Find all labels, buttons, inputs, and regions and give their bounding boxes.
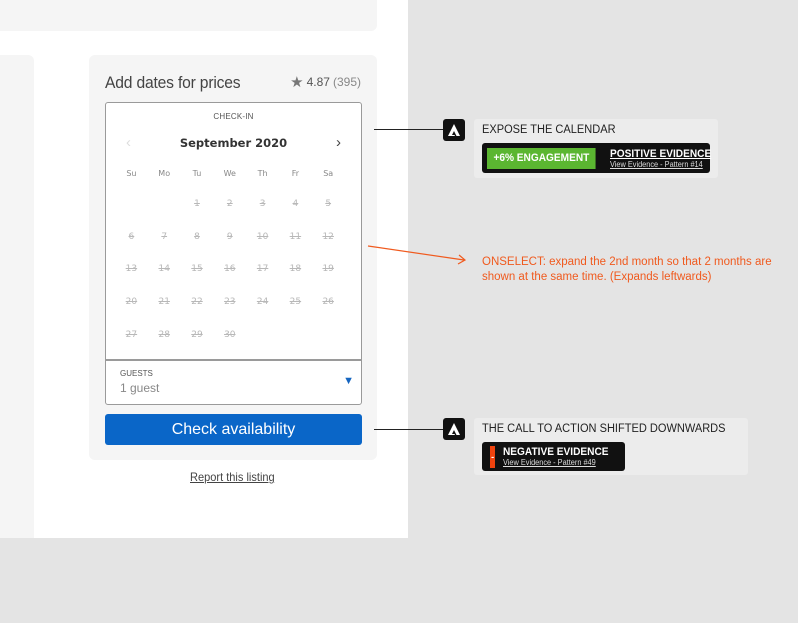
calendar-grid: Su Mo Tu We Th Fr Sa 1 2 3 4 5 6 7 8 9 10 11 12 13 14 15 16 17 1… xyxy=(115,167,347,360)
calendar-day-disabled: 29 xyxy=(191,329,203,340)
calendar-day-disabled: 10 xyxy=(256,231,269,242)
evidence-heading: POSITIVE EVIDENCE xyxy=(610,147,712,160)
annotation-cta: THE CALL TO ACTION SHIFTED DOWNWARDS - N… xyxy=(474,418,748,475)
brand-logo-icon xyxy=(443,418,465,440)
star-icon: ★ xyxy=(290,74,304,91)
weekday-label: Fr xyxy=(291,169,300,178)
calendar-day-disabled: 21 xyxy=(158,297,170,308)
calendar-day-disabled: 13 xyxy=(125,264,138,275)
top-card xyxy=(0,0,377,31)
checkin-label: CHECK-IN xyxy=(213,112,254,121)
calendar-day-disabled: 8 xyxy=(194,231,200,242)
rating-count: (395) xyxy=(332,75,361,89)
calendar-day-disabled: 1 xyxy=(194,199,200,209)
guests-select[interactable]: GUESTS 1 guest ▼ xyxy=(105,360,362,405)
calendar-day-disabled: 25 xyxy=(289,297,302,308)
calendar-day-disabled: 4 xyxy=(292,199,299,209)
calendar-day-disabled: 7 xyxy=(161,231,168,242)
chevron-right-icon[interactable]: › xyxy=(336,134,341,151)
calendar-empty-cell xyxy=(115,197,148,230)
calendar-empty-cell xyxy=(148,197,181,230)
caret-down-icon[interactable]: ▼ xyxy=(343,375,354,387)
calendar-day-disabled: 17 xyxy=(256,264,269,275)
rating-value: 4.87 xyxy=(306,75,330,89)
negative-pill: - xyxy=(490,445,496,468)
calendar-day-disabled: 30 xyxy=(224,329,236,340)
calendar-day-disabled: 9 xyxy=(226,231,233,242)
calendar-day-disabled: 12 xyxy=(322,231,334,242)
calendar-day-disabled: 16 xyxy=(224,264,236,275)
month-title: September 2020 xyxy=(179,136,288,150)
connector-line xyxy=(374,429,444,430)
calendar-empty-cell xyxy=(312,328,345,361)
annotation-title: THE CALL TO ACTION SHIFTED DOWNWARDS xyxy=(482,423,726,435)
calendar-day-disabled: 19 xyxy=(322,264,334,275)
calendar: CHECK-IN ‹ September 2020 › Su Mo Tu We Th Fr… xyxy=(105,102,362,360)
calendar-day-disabled: 18 xyxy=(289,264,302,275)
calendar-day-disabled: 2 xyxy=(226,199,233,209)
onselect-note: ONSELECT: expand the 2nd month so that 2… xyxy=(482,256,772,283)
calendar-day-disabled: 28 xyxy=(158,329,170,340)
left-content-panel xyxy=(0,55,34,538)
calendar-day-disabled: 5 xyxy=(325,199,332,209)
weekday-label: Su xyxy=(126,169,137,178)
booking-card: Add dates for prices ★ 4.87 (395) CHECK-… xyxy=(89,55,377,460)
calendar-day-disabled: 24 xyxy=(256,297,269,308)
weekday-label: Mo xyxy=(158,169,171,178)
card-title: Add dates for prices xyxy=(105,73,241,92)
weekday-label: We xyxy=(223,169,236,178)
calendar-day-disabled: 20 xyxy=(125,297,138,308)
annotation-title: EXPOSE THE CALENDAR xyxy=(482,124,616,136)
calendar-day-disabled: 14 xyxy=(158,264,170,275)
engagement-pill: +6% ENGAGEMENT xyxy=(487,147,596,169)
check-availability-button[interactable]: Check availability xyxy=(105,414,362,445)
weekday-label: Sa xyxy=(323,169,334,178)
guests-label: GUESTS xyxy=(120,369,153,378)
calendar-empty-cell xyxy=(246,328,279,361)
guests-value: 1 guest xyxy=(120,381,160,395)
calendar-day-disabled: 27 xyxy=(125,329,138,340)
rating: ★ 4.87 (395) xyxy=(290,73,361,91)
weekday-label: Th xyxy=(257,169,268,178)
view-evidence-link[interactable]: View Evidence - Pattern #49 xyxy=(503,458,609,467)
calendar-day-disabled: 15 xyxy=(191,264,203,275)
listing-page: Add dates for prices ★ 4.87 (395) CHECK-… xyxy=(0,0,408,538)
report-listing-link[interactable]: Report this listing xyxy=(190,470,275,484)
negative-evidence-badge: - NEGATIVE EVIDENCE View Evidence - Patt… xyxy=(482,442,625,471)
calendar-day-disabled: 26 xyxy=(322,297,334,308)
weekday-label: Tu xyxy=(192,169,202,178)
connector-line xyxy=(374,129,444,130)
calendar-empty-cell xyxy=(279,328,312,361)
view-evidence-link[interactable]: View Evidence - Pattern #14 xyxy=(610,160,711,169)
positive-evidence-badge: +6% ENGAGEMENT POSITIVE EVIDENCE View Ev… xyxy=(482,143,711,173)
calendar-day-disabled: 11 xyxy=(289,231,302,242)
arrow-icon xyxy=(367,245,467,265)
calendar-day-disabled: 3 xyxy=(259,199,266,209)
calendar-day-disabled: 22 xyxy=(191,297,203,308)
evidence-text: POSITIVE EVIDENCE View Evidence - Patter… xyxy=(610,148,727,169)
calendar-day-disabled: 6 xyxy=(128,231,135,242)
brand-logo-icon xyxy=(443,119,465,141)
annotation-calendar: EXPOSE THE CALENDAR +6% ENGAGEMENT POSIT… xyxy=(474,119,718,178)
evidence-text: NEGATIVE EVIDENCE View Evidence - Patter… xyxy=(503,446,625,467)
calendar-day-disabled: 23 xyxy=(224,297,236,308)
month-row: ‹ September 2020 › xyxy=(106,134,361,154)
evidence-heading: NEGATIVE EVIDENCE xyxy=(503,446,609,458)
